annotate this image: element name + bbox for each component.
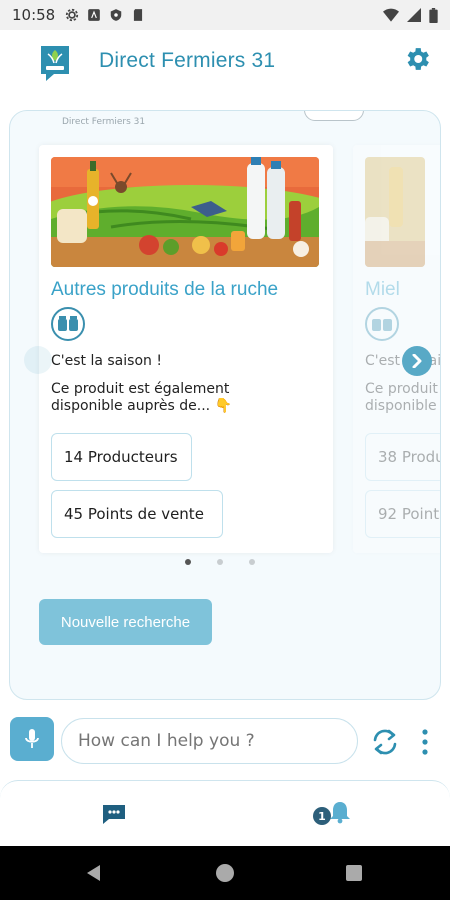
carousel-next-button[interactable] <box>402 346 432 376</box>
more-options-icon[interactable] <box>416 726 434 758</box>
recent-apps-icon[interactable] <box>346 865 362 881</box>
status-time: 10:58 <box>12 6 56 24</box>
refresh-icon[interactable] <box>369 726 401 758</box>
honey-jars-icon <box>51 307 85 341</box>
message-options-pill[interactable] <box>304 111 364 121</box>
season-text: C'est la saison ! <box>51 353 162 369</box>
bell-icon <box>330 802 350 824</box>
bottom-tab-bar: 1 <box>0 780 450 846</box>
message-sender: Direct Fermiers 31 <box>62 117 146 127</box>
microphone-icon <box>25 729 39 748</box>
product-card: Autres produits de la ruche C'est la sai… <box>39 145 333 553</box>
carousel-pagination <box>185 559 255 565</box>
home-icon[interactable] <box>216 864 234 882</box>
new-search-button[interactable]: Nouvelle recherche <box>39 599 212 645</box>
shield-icon <box>110 9 122 21</box>
settings-icon <box>66 8 79 22</box>
status-bar: 10:58 <box>0 0 450 30</box>
product-title: Autres produits de la ruche <box>51 279 279 300</box>
bot-message-bubble: Direct Fermiers 31 Autres produits de la… <box>9 110 441 700</box>
store-icon <box>88 9 101 21</box>
app-header: Direct Fermiers 31 <box>0 30 450 96</box>
pagination-dot[interactable] <box>249 559 255 565</box>
pagination-dot[interactable] <box>217 559 223 565</box>
chat-area[interactable]: Direct Fermiers 31 Autres produits de la… <box>0 96 450 708</box>
availability-text-next: Ce produit est également disponible aupr… <box>365 381 440 414</box>
honey-jars-icon <box>365 307 399 341</box>
wifi-icon <box>383 8 399 22</box>
notification-count-badge: 1 <box>313 807 331 825</box>
product-image <box>51 157 319 267</box>
back-icon[interactable] <box>86 864 102 882</box>
gear-icon[interactable] <box>402 44 432 74</box>
chat-input[interactable] <box>61 718 358 764</box>
system-nav-bar <box>0 846 450 900</box>
sd-card-icon <box>134 9 143 21</box>
availability-text: Ce produit est également disponible aupr… <box>51 381 233 414</box>
signal-icon <box>407 8 421 22</box>
product-title-next: Miel <box>365 279 400 300</box>
product-card-next[interactable]: Miel C'est la saison ! Ce produit est ég… <box>353 145 440 553</box>
carousel-prev-button[interactable] <box>24 346 52 374</box>
producers-button[interactable]: 14 Producteurs <box>51 433 192 481</box>
mic-button[interactable] <box>10 717 54 761</box>
points-of-sale-button[interactable]: 45 Points de vente <box>51 490 223 538</box>
battery-icon <box>429 7 438 23</box>
points-of-sale-button-next[interactable]: 92 Points de vente <box>365 490 440 538</box>
app-logo <box>41 46 69 81</box>
pagination-dot[interactable] <box>185 559 191 565</box>
notifications-tab[interactable]: 1 <box>313 799 353 829</box>
chat-tab-icon[interactable] <box>101 803 127 825</box>
chevron-right-icon <box>412 354 422 368</box>
producers-button-next[interactable]: 38 Producteurs <box>365 433 440 481</box>
product-image-next <box>365 157 425 267</box>
app-title: Direct Fermiers 31 <box>99 49 276 72</box>
